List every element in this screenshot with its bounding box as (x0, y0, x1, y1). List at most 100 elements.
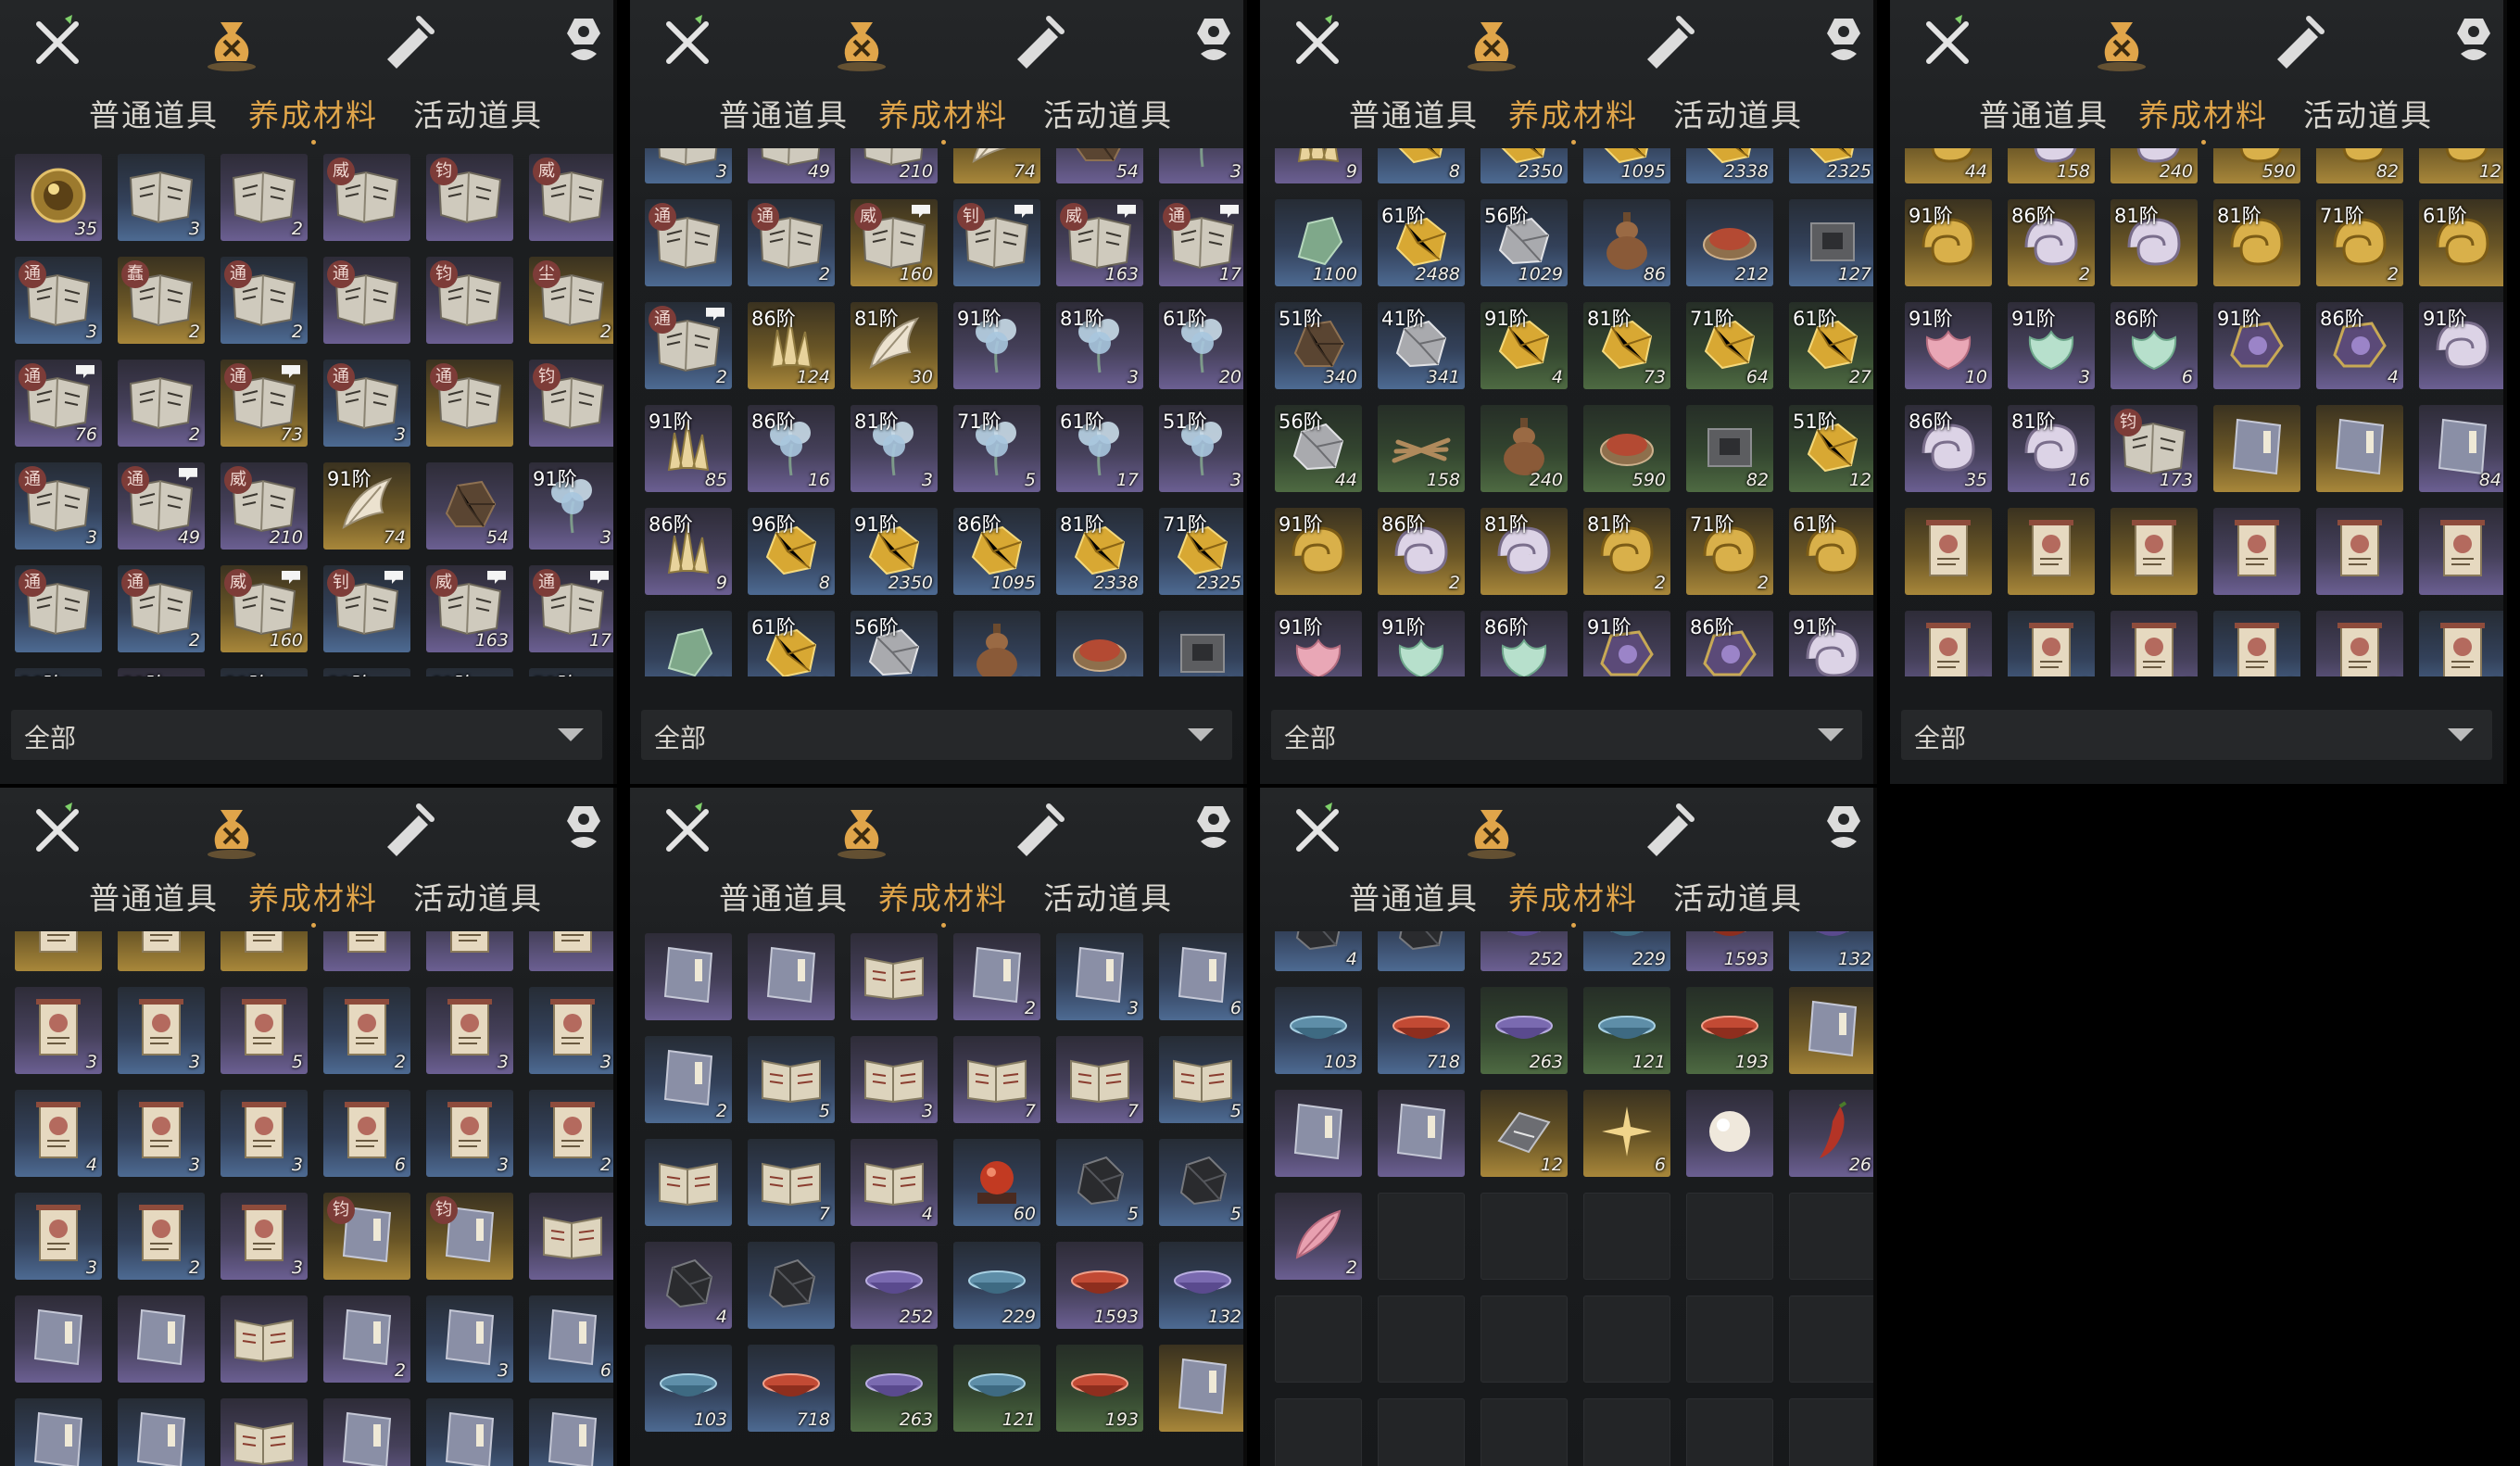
item-slot[interactable]: 86阶 2 (1378, 508, 1465, 595)
item-slot[interactable]: 121 (1583, 987, 1670, 1074)
item-slot[interactable]: 51阶 (529, 668, 613, 676)
item-slot[interactable]: 蠢2 (118, 257, 205, 344)
item-slot[interactable]: 82 (1686, 405, 1773, 492)
item-slot[interactable]: 通 (645, 199, 732, 286)
item-slot[interactable]: 3 (2008, 611, 2095, 676)
scroll-quill-icon[interactable] (1008, 801, 1067, 860)
tag-swirl-icon[interactable] (554, 801, 613, 860)
item-slot[interactable]: 2 (118, 1193, 205, 1280)
item-slot[interactable] (220, 931, 308, 971)
item-slot[interactable] (118, 1295, 205, 1383)
item-slot[interactable]: 2 (220, 154, 308, 241)
scroll-quill-icon[interactable] (1638, 13, 1697, 72)
item-slot[interactable]: 96阶 8 (748, 508, 835, 595)
item-slot[interactable]: 5 (748, 1036, 835, 1123)
item-slot[interactable]: 81阶 (2110, 199, 2198, 286)
item-slot[interactable]: 86阶 9 (645, 508, 732, 595)
item-slot[interactable] (2316, 405, 2403, 492)
item-slot[interactable]: 158 (1378, 405, 1465, 492)
item-slot[interactable]: 91阶 (2213, 302, 2300, 389)
item-slot[interactable]: 61阶 (2419, 199, 2503, 286)
crossed-swords-icon[interactable] (658, 13, 717, 72)
item-slot[interactable]: 91阶 3 (2008, 302, 2095, 389)
money-bag-icon[interactable] (202, 801, 261, 860)
item-slot[interactable]: 103 (645, 1345, 732, 1432)
item-slot[interactable] (1686, 1090, 1773, 1177)
item-slot[interactable]: 54 (426, 462, 513, 550)
item-slot[interactable]: 4 (645, 1242, 732, 1329)
item-slot[interactable]: 3 (529, 987, 613, 1074)
item-slot[interactable] (748, 933, 835, 1020)
item-slot[interactable]: 81阶 2 (1583, 508, 1670, 595)
item-slot[interactable] (645, 1139, 732, 1226)
item-slot[interactable]: 5 (1056, 1139, 1143, 1226)
money-bag-icon[interactable] (832, 13, 891, 72)
crossed-swords-icon[interactable] (1288, 801, 1347, 860)
item-slot[interactable]: 3 (118, 154, 205, 241)
tab-common-items[interactable]: 普通道具 (89, 874, 219, 918)
item-slot[interactable]: 3 (1056, 933, 1143, 1020)
item-slot[interactable]: 61阶2488 (748, 611, 835, 676)
item-slot[interactable]: 86阶 1095 (953, 508, 1040, 595)
item-slot[interactable]: 86 (1583, 199, 1670, 286)
item-slot[interactable]: 81阶 (2213, 199, 2300, 286)
item-slot[interactable]: 5 (1159, 1036, 1243, 1123)
crossed-swords-icon[interactable] (28, 801, 87, 860)
item-slot[interactable]: 158 (2008, 148, 2095, 183)
item-slot[interactable]: 210 (850, 148, 938, 183)
item-slot[interactable]: 7 (953, 1036, 1040, 1123)
item-slot[interactable]: 86阶 (1480, 611, 1568, 676)
item-slot[interactable]: 钧 173 (2110, 405, 2198, 492)
item-slot[interactable]: 3 (426, 987, 513, 1074)
item-slot[interactable]: 132 (1789, 931, 1873, 971)
tab-common-items[interactable]: 普通道具 (1349, 91, 1479, 135)
item-slot[interactable]: 41阶 341 (1378, 302, 1465, 389)
item-slot[interactable]: 91阶 (1378, 611, 1465, 676)
item-slot[interactable]: 81阶2338 (1686, 148, 1773, 183)
tag-swirl-icon[interactable] (2444, 13, 2503, 72)
item-slot[interactable]: 91阶 (1583, 611, 1670, 676)
item-slot[interactable]: 86阶 (1686, 611, 1773, 676)
item-slot[interactable]: 通2 (645, 302, 732, 389)
item-slot[interactable]: 6 (1583, 1090, 1670, 1177)
item-slot[interactable]: 81阶 (1480, 508, 1568, 595)
money-bag-icon[interactable] (202, 13, 261, 72)
item-slot[interactable]: 71阶 64 (1686, 302, 1773, 389)
item-slot[interactable]: 81阶 3 (1056, 302, 1143, 389)
item-slot[interactable]: 81阶 (323, 668, 410, 676)
item-slot[interactable]: 71阶 5 (953, 405, 1040, 492)
crossed-swords-icon[interactable] (1918, 13, 1977, 72)
item-slot[interactable]: 121 (953, 1345, 1040, 1432)
item-slot[interactable]: 91阶 (1789, 611, 1873, 676)
item-slot[interactable]: 91阶2350 (1480, 148, 1568, 183)
item-slot[interactable]: 1100 (645, 611, 732, 676)
item-slot[interactable]: 1100 (1275, 199, 1362, 286)
item-slot[interactable]: 威 210 (220, 462, 308, 550)
item-slot[interactable]: 240 (1480, 405, 1568, 492)
item-slot[interactable]: 6 (529, 1295, 613, 1383)
item-slot[interactable]: 2 (118, 360, 205, 447)
item-slot[interactable]: 35 (15, 154, 102, 241)
item-slot[interactable] (118, 1398, 205, 1466)
item-slot[interactable]: 3 (15, 1193, 102, 1280)
tab-event-items[interactable]: 活动道具 (413, 874, 543, 918)
item-slot[interactable]: 3 (2316, 611, 2403, 676)
item-slot[interactable]: 56阶 44 (1275, 405, 1362, 492)
item-slot[interactable]: 91阶 (1275, 508, 1362, 595)
item-slot[interactable] (220, 1398, 308, 1466)
item-slot[interactable] (220, 1295, 308, 1383)
item-slot[interactable]: 钊 (323, 565, 410, 652)
item-slot[interactable]: 718 (748, 1345, 835, 1432)
item-slot[interactable]: 84 (2419, 405, 2503, 492)
item-slot[interactable]: 91阶 (953, 302, 1040, 389)
item-slot[interactable]: 91阶 4 (1480, 302, 1568, 389)
item-slot[interactable]: 71阶 2325 (1159, 508, 1243, 595)
item-slot[interactable] (2110, 508, 2198, 595)
item-slot[interactable]: 26 (1789, 1090, 1873, 1177)
item-slot[interactable]: 81阶 (118, 668, 205, 676)
item-slot[interactable]: 12 (1480, 1090, 1568, 1177)
item-slot[interactable]: 86阶 6 (2110, 302, 2198, 389)
item-slot[interactable] (323, 931, 410, 971)
item-slot[interactable]: 81阶 73 (1583, 302, 1670, 389)
item-slot[interactable]: 通2 (748, 199, 835, 286)
